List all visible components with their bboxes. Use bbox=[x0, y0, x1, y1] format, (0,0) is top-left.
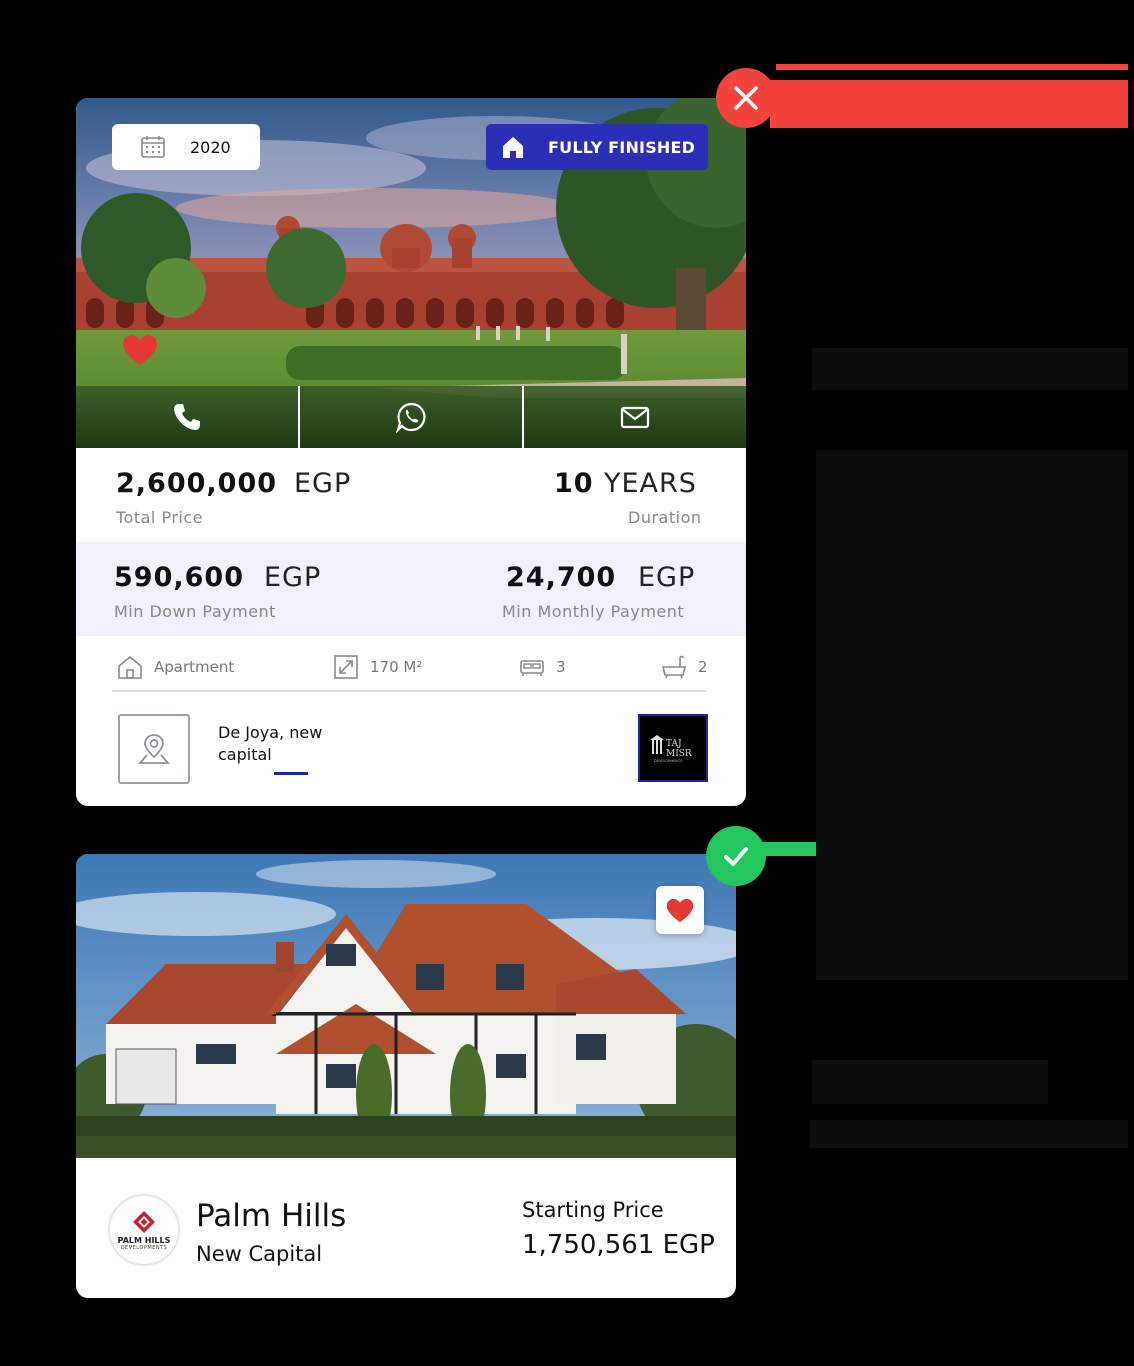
spec-bathrooms: 2 bbox=[660, 644, 708, 690]
project-location: New Capital bbox=[196, 1242, 323, 1266]
location-map-button[interactable] bbox=[118, 714, 190, 784]
property-card-accepted[interactable]: PALM HILLS DEVELOPMENTS Palm Hills New C… bbox=[76, 854, 736, 1298]
check-icon bbox=[724, 847, 748, 866]
monthly-payment-value: 24,700 bbox=[506, 562, 617, 593]
spec-row: Apartment 170 M² 3 2 bbox=[112, 644, 708, 692]
phone-icon bbox=[174, 404, 200, 430]
year-text: 2020 bbox=[190, 137, 231, 157]
developer-logo-line3: DEVELOPMENTS bbox=[654, 759, 683, 763]
expand-icon bbox=[334, 655, 358, 679]
call-button[interactable] bbox=[76, 386, 298, 448]
spec-bedrooms-text: 3 bbox=[556, 658, 566, 676]
palm-hills-diamond-icon bbox=[133, 1210, 155, 1233]
reject-line bbox=[770, 80, 1128, 128]
accept-badge bbox=[706, 826, 766, 886]
spec-area-text: 170 M² bbox=[370, 658, 423, 676]
reject-badge bbox=[716, 68, 776, 128]
heart-icon[interactable] bbox=[122, 334, 158, 366]
bed-icon bbox=[520, 660, 544, 676]
heart-icon bbox=[666, 898, 694, 922]
duration-unit: YEARS bbox=[604, 468, 697, 499]
location-underline bbox=[274, 772, 308, 775]
total-price-unit: EGP bbox=[294, 468, 352, 499]
map-pin-icon bbox=[138, 734, 170, 764]
price-row-payments: 590,600 EGP Min Down Payment 24,700 EGP … bbox=[76, 542, 746, 636]
down-payment-unit: EGP bbox=[264, 562, 322, 593]
spec-bathrooms-text: 2 bbox=[698, 658, 708, 676]
monthly-payment-unit: EGP bbox=[638, 562, 696, 593]
duration-value: 10 bbox=[554, 468, 594, 499]
placeholder-panel bbox=[816, 450, 1128, 980]
property-card-rejected[interactable]: 2020 FULLY FINISHED 2,600,000 EGP Total … bbox=[76, 98, 746, 806]
duration-label: Duration bbox=[628, 508, 702, 527]
placeholder-heading-block-2 bbox=[812, 1060, 1048, 1104]
down-payment-label: Min Down Payment bbox=[114, 602, 276, 621]
placeholder-heading-block bbox=[812, 348, 1128, 390]
accept-line bbox=[762, 842, 816, 856]
down-payment-value: 590,600 bbox=[114, 562, 244, 593]
starting-price-label: Starting Price bbox=[522, 1198, 664, 1222]
bathtub-icon bbox=[661, 655, 687, 679]
whatsapp-button[interactable] bbox=[298, 386, 522, 448]
spec-bedrooms: 3 bbox=[518, 644, 566, 690]
year-badge: 2020 bbox=[112, 124, 260, 170]
close-icon bbox=[734, 86, 758, 110]
location-line-2: capital bbox=[218, 745, 272, 764]
total-price-value: 2,600,000 bbox=[116, 468, 278, 499]
mail-icon bbox=[620, 406, 650, 429]
location-line-1: De Joya, new bbox=[218, 723, 323, 742]
project-name: Palm Hills bbox=[196, 1198, 347, 1234]
whatsapp-icon bbox=[395, 402, 426, 433]
spec-type: Apartment bbox=[116, 644, 234, 690]
contact-bar bbox=[76, 386, 746, 448]
developer-logo[interactable]: TAJ MISR DEVELOPMENTS bbox=[638, 714, 708, 782]
finishing-text: FULLY FINISHED bbox=[548, 137, 696, 157]
property-photo bbox=[76, 854, 736, 1158]
favorite-button[interactable] bbox=[656, 886, 704, 934]
developer-logo-line2: MISR bbox=[666, 749, 692, 759]
spec-type-text: Apartment bbox=[154, 658, 235, 676]
developer-logo-name: PALM HILLS bbox=[117, 1235, 171, 1245]
total-price-label: Total Price bbox=[116, 508, 203, 527]
developer-logo-sub: DEVELOPMENTS bbox=[120, 1244, 168, 1251]
starting-price: 1,750,561 EGP bbox=[522, 1230, 715, 1260]
email-button[interactable] bbox=[522, 386, 746, 448]
developer-logo[interactable]: PALM HILLS DEVELOPMENTS bbox=[108, 1194, 180, 1266]
home-icon bbox=[503, 137, 523, 158]
monthly-payment-label: Min Monthly Payment bbox=[502, 602, 685, 621]
reject-line-thin bbox=[776, 64, 1128, 70]
taj-misr-logo: TAJ MISR DEVELOPMENTS bbox=[650, 735, 692, 763]
calendar-icon bbox=[141, 136, 165, 158]
spec-area: 170 M² bbox=[332, 644, 422, 690]
home-outline-icon bbox=[118, 655, 142, 679]
finishing-badge: FULLY FINISHED bbox=[486, 124, 708, 170]
price-row-total: 2,600,000 EGP Total Price 10 YEARS Durat… bbox=[76, 448, 746, 542]
developer-logo-line1: TAJ bbox=[666, 739, 682, 749]
location-text: De Joya, new capital bbox=[218, 722, 368, 766]
placeholder-subheading-block bbox=[810, 1120, 1128, 1148]
